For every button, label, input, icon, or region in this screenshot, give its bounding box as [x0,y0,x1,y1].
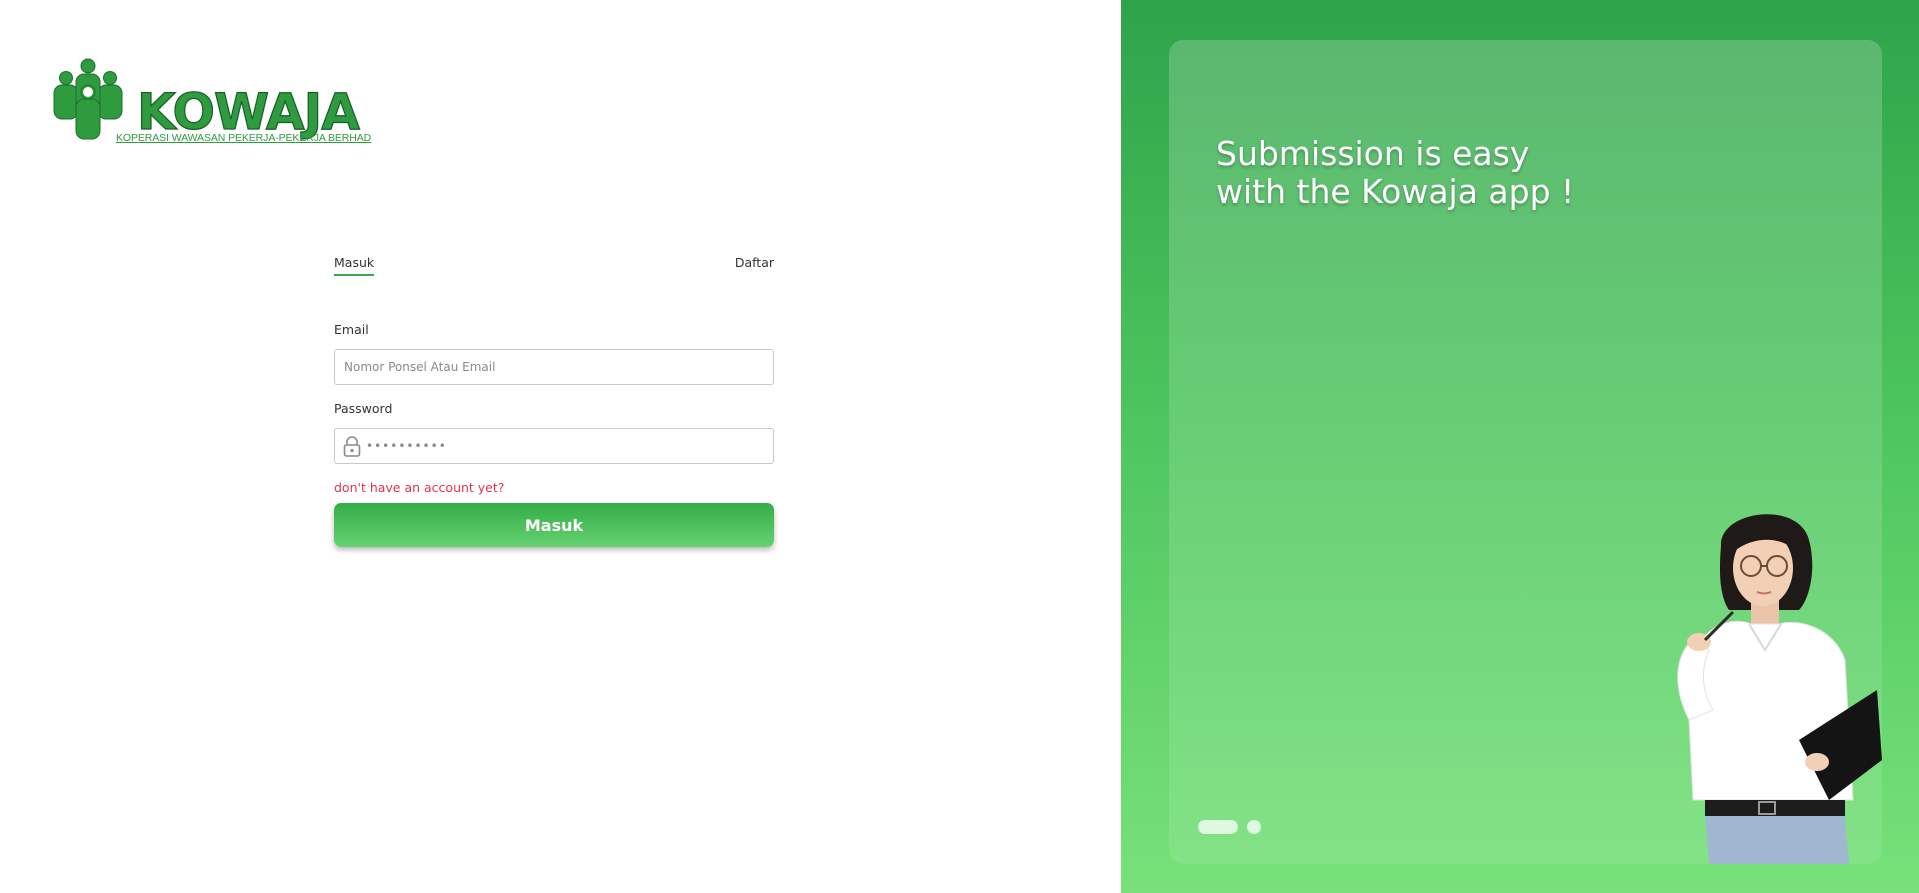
password-input[interactable] [362,429,773,463]
carousel-dot-1[interactable] [1198,820,1238,834]
woman-thinking-illustration [1677,514,1882,864]
promo-card: Submission is easy with the Kowaja app ! [1169,40,1882,864]
email-input[interactable] [335,350,773,384]
promo-headline-line-2: with the Kowaja app ! [1216,172,1575,211]
password-label: Password [334,401,393,416]
promo-headline-line-1: Submission is easy [1216,134,1530,173]
login-form: Masuk Daftar Email Password don't have a… [334,255,774,547]
promo-headline: Submission is easy with the Kowaja app ! [1216,135,1656,211]
masuk-button[interactable]: Masuk [334,503,774,547]
login-pane: KOWAJA KOPERASI WAWASAN PEKERJA-PEKERJA … [0,0,1121,893]
password-field-container [334,428,774,464]
carousel-indicator [1198,820,1261,834]
logo-tagline: KOPERASI WAWASAN PEKERJA-PEKERJA BERHAD [116,132,372,144]
signup-link[interactable]: don't have an account yet? [334,480,774,495]
tab-masuk[interactable]: Masuk [334,255,375,276]
carousel-dot-2[interactable] [1247,820,1261,834]
kowaja-logo[interactable]: KOWAJA KOPERASI WAWASAN PEKERJA-PEKERJA … [50,58,380,152]
email-field-container [334,349,774,385]
lock-icon [343,436,361,457]
login-page: KOWAJA KOPERASI WAWASAN PEKERJA-PEKERJA … [0,0,1919,893]
auth-tabs: Masuk Daftar [334,255,774,279]
promo-pane: Submission is easy with the Kowaja app ! [1121,0,1919,893]
email-label: Email [334,322,369,337]
tab-daftar[interactable]: Daftar [735,255,774,274]
